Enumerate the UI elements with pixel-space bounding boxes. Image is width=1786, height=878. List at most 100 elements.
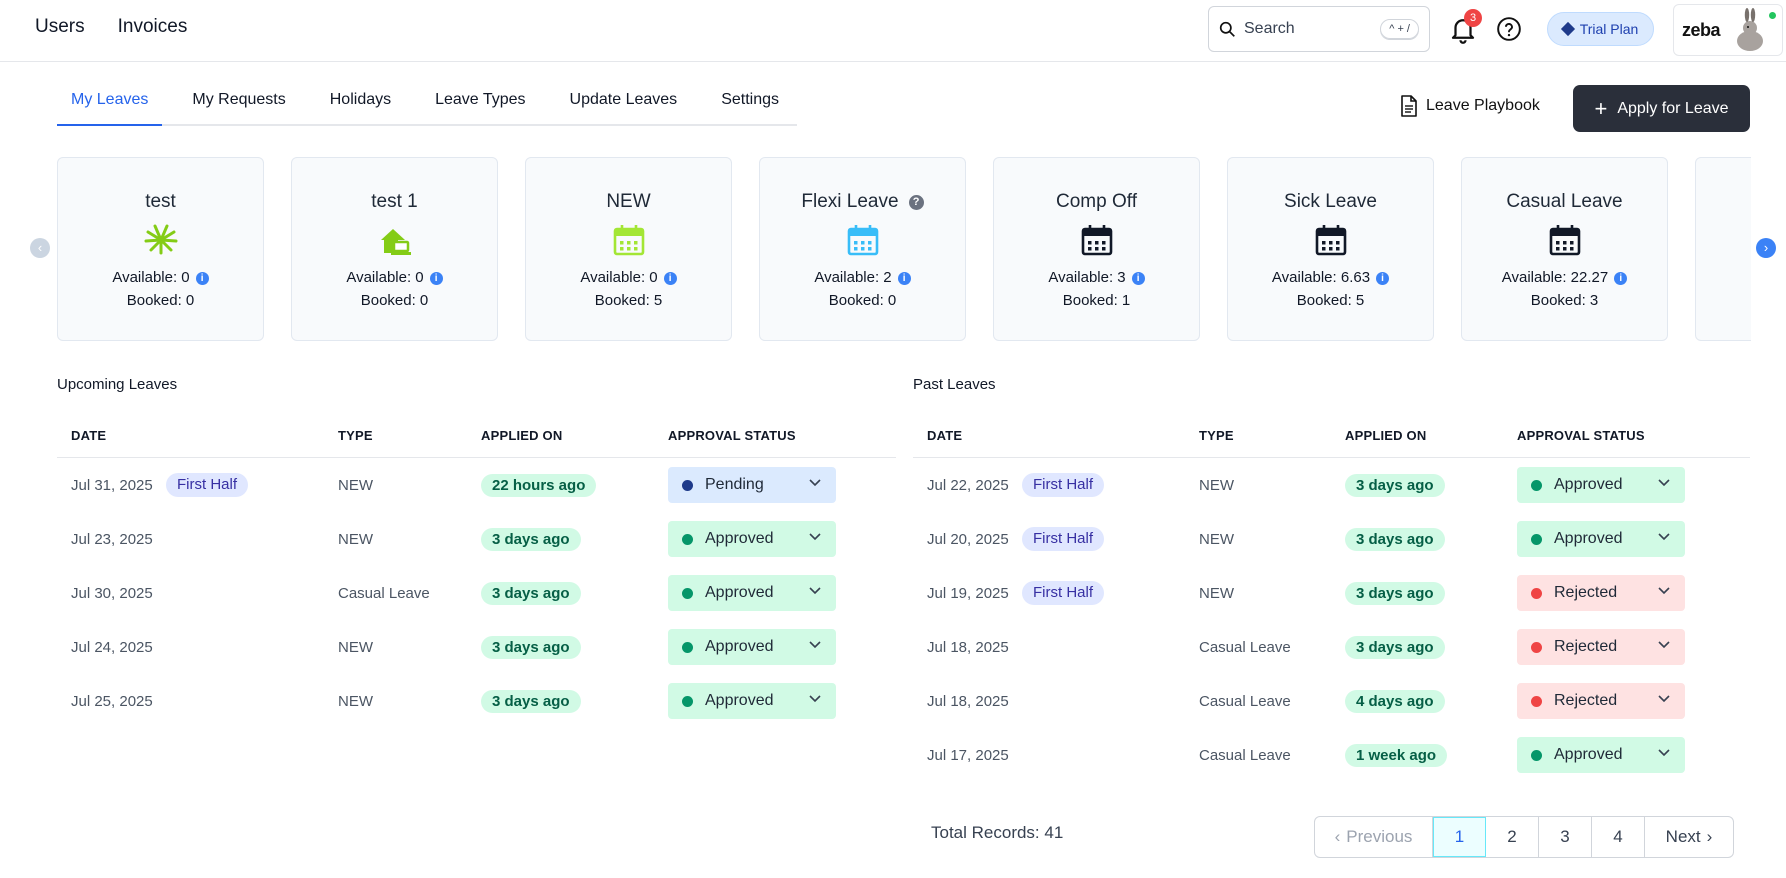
chevron-down-icon: [809, 479, 821, 487]
plus-icon: +: [1594, 95, 1608, 121]
upcoming-table-header: DATE TYPE APPLIED ON APPROVAL STATUS: [57, 416, 896, 458]
trial-plan-button[interactable]: Trial Plan: [1547, 12, 1654, 46]
apply-for-leave-button[interactable]: + Apply for Leave: [1573, 85, 1750, 132]
approval-status-dropdown[interactable]: Approved: [1517, 737, 1685, 773]
page-button[interactable]: 1: [1433, 817, 1486, 857]
chevron-down-icon: [1658, 479, 1670, 487]
leave-type: NEW: [1199, 531, 1234, 548]
status-dot-icon: [1531, 641, 1542, 653]
tab-settings[interactable]: Settings: [707, 82, 793, 126]
leave-date: Jul 20, 2025: [927, 531, 1009, 548]
table-row: Jul 18, 2025 Casual Leave 3 days ago Reject…: [913, 622, 1750, 676]
table-row: Jul 25, 2025 NEW 3 days ago Approved: [57, 676, 896, 730]
column-header: DATE: [71, 428, 107, 443]
tab-leave-types[interactable]: Leave Types: [421, 82, 539, 126]
half-day-badge: First Half: [166, 473, 248, 497]
approval-status-dropdown[interactable]: Rejected: [1517, 629, 1685, 665]
help-icon[interactable]: [1496, 16, 1522, 42]
tab-update-leaves[interactable]: Update Leaves: [556, 82, 692, 126]
status-label: Rejected: [1554, 692, 1618, 709]
applied-on-badge: 3 days ago: [481, 690, 581, 713]
applied-on-badge: 3 days ago: [1345, 582, 1445, 605]
applied-on-badge: 1 week ago: [1345, 744, 1448, 767]
approval-status-dropdown[interactable]: Approved: [668, 521, 836, 557]
previous-page-button[interactable]: ‹ Previous: [1315, 817, 1433, 857]
tab-my-requests[interactable]: My Requests: [178, 82, 299, 126]
leave-date: Jul 31, 2025: [71, 477, 153, 494]
status-label: Approved: [705, 638, 774, 655]
applied-on-badge: 3 days ago: [1345, 474, 1445, 497]
page-button[interactable]: 2: [1486, 817, 1539, 857]
avatar: [1737, 8, 1764, 51]
info-icon[interactable]: i: [1376, 272, 1390, 285]
status-dot-icon: [1531, 533, 1542, 545]
page-button[interactable]: 4: [1592, 817, 1645, 857]
table-row: Jul 20, 2025 First Half NEW 3 days ago Appro…: [913, 514, 1750, 568]
leave-card[interactable]: Casual Leave Available: 22.27 i Booked: 3: [1461, 157, 1668, 341]
search-box[interactable]: Search ^ + /: [1208, 6, 1430, 52]
page-button[interactable]: 3: [1539, 817, 1592, 857]
info-icon[interactable]: i: [429, 272, 443, 285]
column-header: APPROVAL STATUS: [1517, 428, 1645, 443]
leave-card[interactable]: test Available: 0i Booked: 0: [57, 157, 264, 341]
leave-card[interactable]: Comp Off Available: 3i Booked: 1: [993, 157, 1200, 341]
applied-on-badge: 3 days ago: [1345, 528, 1445, 551]
search-input[interactable]: Search: [1244, 20, 1380, 38]
leave-card[interactable]: NEW Available: 0i Booked: 5: [525, 157, 732, 341]
info-icon[interactable]: i: [195, 272, 209, 285]
half-day-badge: First Half: [1022, 473, 1104, 497]
chevron-down-icon: [809, 533, 821, 541]
total-records: Total Records: 41: [931, 823, 1064, 842]
leave-card[interactable]: test 1 Available: 0i Booked: 0: [291, 157, 498, 341]
info-icon[interactable]: i: [1614, 272, 1628, 285]
leave-card-available: Available: 2i: [760, 269, 965, 286]
carousel-next-button[interactable]: ›: [1756, 238, 1776, 258]
leave-card-title: test: [145, 191, 176, 212]
leave-card-booked: Booked: 3: [1530, 292, 1599, 309]
approval-status-dropdown[interactable]: Rejected: [1517, 575, 1685, 611]
status-label: Approved: [1554, 530, 1623, 547]
nav-users[interactable]: Users: [35, 16, 85, 38]
leave-playbook-link[interactable]: Leave Playbook: [1400, 95, 1540, 117]
approval-status-dropdown[interactable]: Approved: [668, 575, 836, 611]
leave-type: Casual Leave: [1199, 693, 1291, 710]
status-label: Approved: [705, 584, 774, 601]
nav-invoices[interactable]: Invoices: [118, 16, 188, 38]
leave-card[interactable]: Sick Leave Available: 6.63 i Booked: 5: [1227, 157, 1434, 341]
approval-status-dropdown[interactable]: Pending: [668, 467, 836, 503]
profile-menu[interactable]: zeba: [1673, 4, 1783, 56]
table-row: Jul 30, 2025 Casual Leave 3 days ago Approv…: [57, 568, 896, 622]
status-label: Approved: [705, 530, 774, 547]
calendar-icon: [613, 225, 644, 256]
leave-type: Casual Leave: [1199, 747, 1291, 764]
status-dot-icon: [1531, 749, 1542, 761]
carousel-prev-button[interactable]: ‹: [30, 238, 50, 258]
leave-card-partial[interactable]: [1695, 157, 1751, 341]
tab-holidays[interactable]: Holidays: [316, 82, 405, 126]
company-logo: zeba: [1682, 19, 1721, 40]
leave-balance-carousel: test Available: 0i Booked: 0 test 1 Avai…: [57, 157, 1751, 343]
approval-status-dropdown[interactable]: Approved: [1517, 467, 1685, 503]
info-icon[interactable]: i: [897, 272, 911, 285]
info-icon[interactable]: i: [1131, 272, 1145, 285]
leave-type: NEW: [338, 693, 373, 710]
status-label: Approved: [1554, 476, 1623, 493]
leave-date: Jul 18, 2025: [927, 693, 1009, 710]
next-page-button[interactable]: Next ›: [1645, 817, 1733, 857]
status-dot-icon: [1531, 479, 1542, 491]
leave-card[interactable]: Flexi Leave? Available: 2i Booked: 0: [759, 157, 966, 341]
leave-card-booked: Booked: 5: [594, 292, 663, 309]
leave-type: NEW: [1199, 585, 1234, 602]
leave-card-booked: Booked: 0: [360, 292, 429, 309]
approval-status-dropdown[interactable]: Approved: [1517, 521, 1685, 557]
approval-status-dropdown[interactable]: Rejected: [1517, 683, 1685, 719]
question-icon[interactable]: ?: [908, 195, 924, 210]
approval-status-dropdown[interactable]: Approved: [668, 683, 836, 719]
tab-my-leaves[interactable]: My Leaves: [57, 82, 163, 126]
leave-date: Jul 17, 2025: [927, 747, 1009, 764]
column-header: TYPE: [338, 428, 373, 443]
info-icon[interactable]: i: [663, 272, 677, 285]
leave-type: Casual Leave: [1199, 639, 1291, 656]
chevron-down-icon: [1658, 587, 1670, 595]
approval-status-dropdown[interactable]: Approved: [668, 629, 836, 665]
